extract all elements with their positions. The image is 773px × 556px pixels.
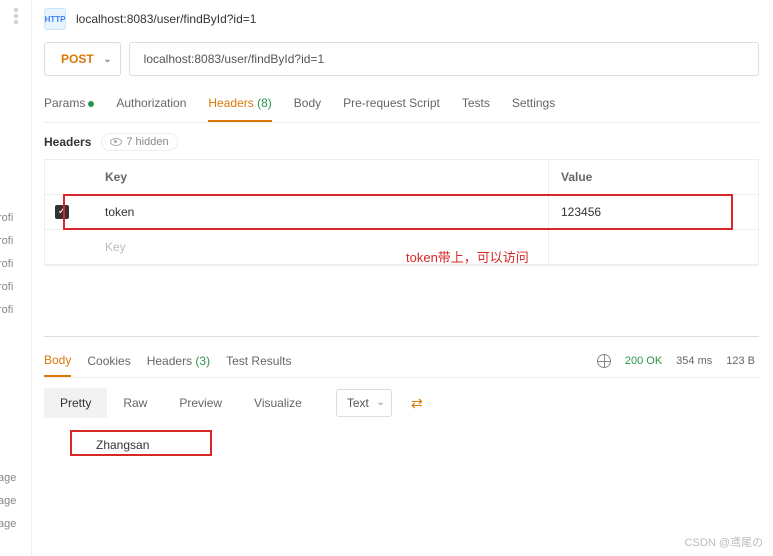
resp-tab-cookies[interactable]: Cookies [87, 346, 130, 376]
resp-tab-body[interactable]: Body [44, 345, 71, 377]
tab-authorization[interactable]: Authorization [116, 90, 186, 122]
col-key-header: Key [93, 160, 548, 194]
header-row-token[interactable]: ✓ token 123456 [45, 195, 758, 230]
header-row-empty[interactable]: Key [45, 230, 758, 265]
view-raw[interactable]: Raw [107, 388, 163, 418]
left-decorative-labels-2: age age age [0, 472, 16, 541]
response-tabs: Body Cookies Headers (3) Test Results 20… [44, 345, 759, 378]
http-badge-icon: HTTP [44, 8, 66, 30]
params-changed-dot-icon [88, 101, 94, 107]
url-input[interactable]: localhost:8083/user/findById?id=1 [129, 42, 759, 76]
tab-prerequest[interactable]: Pre-request Script [343, 90, 440, 122]
url-text: localhost:8083/user/findById?id=1 [144, 52, 324, 66]
format-label: Text [347, 396, 369, 410]
col-value-header: Value [548, 160, 758, 194]
header-value-input[interactable]: 123456 [548, 195, 758, 229]
chevron-down-icon: ⌄ [376, 397, 384, 408]
view-preview[interactable]: Preview [163, 388, 238, 418]
tab-tests[interactable]: Tests [462, 90, 490, 122]
format-select[interactable]: Text ⌄ [336, 389, 392, 417]
globe-icon[interactable] [597, 354, 611, 368]
method-label: POST [61, 52, 94, 66]
tab-headers[interactable]: Headers (8) [208, 90, 271, 122]
headers-grid: Key Value ✓ token 123456 Key [44, 159, 759, 266]
request-tab-title: HTTP localhost:8083/user/findById?id=1 [44, 8, 759, 30]
grid-header-row: Key Value [45, 160, 758, 195]
view-visualize[interactable]: Visualize [238, 388, 318, 418]
tab-body[interactable]: Body [294, 90, 321, 122]
status-code: 200 OK [625, 355, 662, 367]
hidden-headers-toggle[interactable]: 7 hidden [101, 133, 177, 151]
headers-section-label: Headers [44, 135, 91, 149]
tab-params[interactable]: Params [44, 90, 94, 122]
annotation-box-2 [70, 430, 212, 456]
resp-tab-testresults[interactable]: Test Results [226, 346, 291, 376]
response-status: 200 OK 354 ms 123 B [597, 354, 759, 368]
row-checkbox[interactable]: ✓ [55, 205, 69, 219]
status-size: 123 B [726, 355, 755, 367]
tab-settings[interactable]: Settings [512, 90, 555, 122]
chevron-down-icon: ⌄ [103, 54, 111, 65]
response-body: Zhangsan [44, 432, 759, 472]
hidden-count-label: 7 hidden [126, 136, 168, 148]
header-key-input[interactable]: token [93, 195, 548, 229]
left-decorative-labels: rofi rofi rofi rofi rofi [0, 212, 13, 327]
tab-title-text: localhost:8083/user/findById?id=1 [76, 12, 256, 26]
response-view-row: Pretty Raw Preview Visualize Text ⌄ ⇄ [44, 388, 759, 418]
eye-icon [110, 138, 122, 146]
request-tabs: Params Authorization Headers (8) Body Pr… [44, 90, 759, 123]
more-icon[interactable] [14, 8, 18, 24]
view-pretty[interactable]: Pretty [44, 388, 107, 418]
wrap-lines-icon[interactable]: ⇄ [404, 390, 430, 416]
method-select[interactable]: POST ⌄ [44, 42, 121, 76]
annotation-text: token带上，可以访问 [406, 247, 529, 266]
resp-tab-headers[interactable]: Headers (3) [147, 346, 210, 376]
status-time: 354 ms [676, 355, 712, 367]
watermark: CSDN @鸢尾の [685, 534, 763, 550]
